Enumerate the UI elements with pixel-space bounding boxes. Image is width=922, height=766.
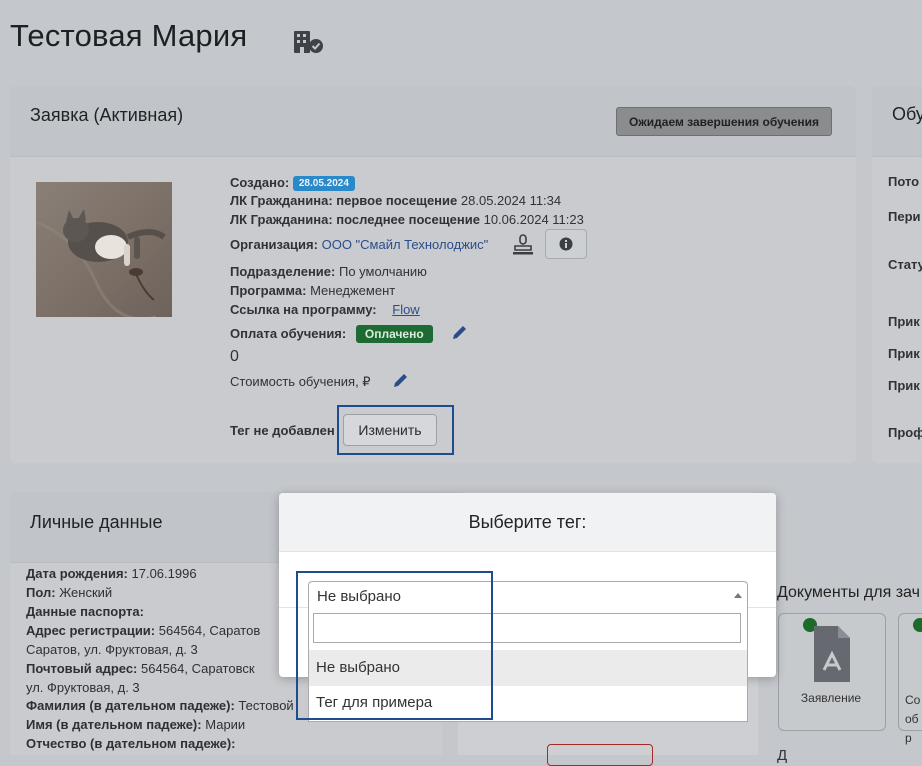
first-visit-line: ЛК Гражданина: первое посещение 28.05.20… (230, 193, 562, 208)
edit-payment-pencil-icon[interactable] (451, 323, 469, 341)
program-link-line: Ссылка на программу: Flow (230, 302, 420, 317)
training-label-5: Прик (888, 346, 920, 361)
payment-line: Оплата обучения: Оплачено (230, 325, 433, 343)
pd-line-7: ул. Фруктовая, д. 3 (26, 680, 140, 695)
tag-label: Тег не добавлен (230, 423, 335, 438)
pd-line-9: Имя (в дательном падеже): Марии (26, 717, 246, 732)
profile-photo (36, 182, 172, 317)
document-tile-label: Заявление (800, 691, 862, 705)
page-title: Тестовая Мария (10, 18, 248, 53)
pd-line-6: Почтовый адрес: 564564, Саратовск (26, 661, 255, 676)
pd-line-4: Адрес регистрации: 564564, Саратов (26, 623, 261, 638)
info-icon (559, 237, 573, 251)
stamp-icon[interactable] (511, 234, 535, 256)
training-label-1: Пото (888, 174, 920, 189)
training-card-title: Обу (892, 104, 922, 124)
documents-title: Документы для зач (777, 584, 920, 601)
division-line: Подразделение: По умолчанию (230, 264, 427, 279)
created-line: Создано: 28.05.2024 (230, 175, 355, 191)
building-check-icon (294, 31, 323, 53)
modal-header: Выберите тег: (279, 493, 776, 552)
created-date-badge: 28.05.2024 (292, 176, 355, 191)
dropdown-highlight (296, 571, 493, 720)
modal-title: Выберите тег: (468, 512, 587, 532)
personal-data-title: Личные данные (30, 512, 163, 532)
pd-line-10: Отчество (в дательном падеже): (26, 736, 236, 751)
program-line: Программа: Менеджемент (230, 283, 396, 298)
pd-line-8: Фамилия (в дательном падеже): Тестовой (26, 698, 294, 713)
training-label-4: Прик (888, 314, 920, 329)
organization-link[interactable]: ООО "Смайл Технолоджис" (322, 237, 489, 252)
documents-bottom-text: Д (777, 747, 788, 764)
application-title: Заявка (Активная) (30, 105, 184, 125)
caret-up-icon (734, 593, 742, 598)
organization-line: Организация: ООО "Смайл Технолоджис" (230, 237, 489, 252)
pd-line-3: Данные паспорта: (26, 604, 144, 619)
training-label-6: Прик (888, 378, 920, 393)
info-button[interactable] (545, 229, 587, 259)
pd-line-2: Пол: Женский (26, 585, 113, 600)
training-label-7: Проф (888, 425, 922, 440)
pd-line-5: Саратов, ул. Фруктовая, д. 3 (26, 642, 198, 657)
status-button[interactable]: Ожидаем завершения обучения (616, 107, 832, 136)
cost-line: Стоимость обучения, ₽ (230, 374, 371, 389)
training-label-2: Пери (888, 209, 921, 224)
training-label-3: Стату (888, 257, 922, 272)
payment-status-badge: Оплачено (355, 325, 433, 343)
last-visit-line: ЛК Гражданина: последнее посещение 10.06… (230, 212, 584, 227)
document-status-dot-2 (913, 618, 922, 632)
edit-cost-pencil-icon[interactable] (392, 371, 410, 389)
training-card (872, 86, 922, 463)
red-outline-button[interactable] (547, 744, 653, 766)
pdf-document-icon (814, 626, 850, 682)
change-tag-button[interactable]: Изменить (343, 414, 437, 446)
program-link[interactable]: Flow (392, 302, 419, 317)
payment-amount: 0 (230, 348, 239, 365)
document-tile-label-2: Со обр (905, 693, 921, 745)
pd-line-1: Дата рождения: 17.06.1996 (26, 566, 197, 581)
